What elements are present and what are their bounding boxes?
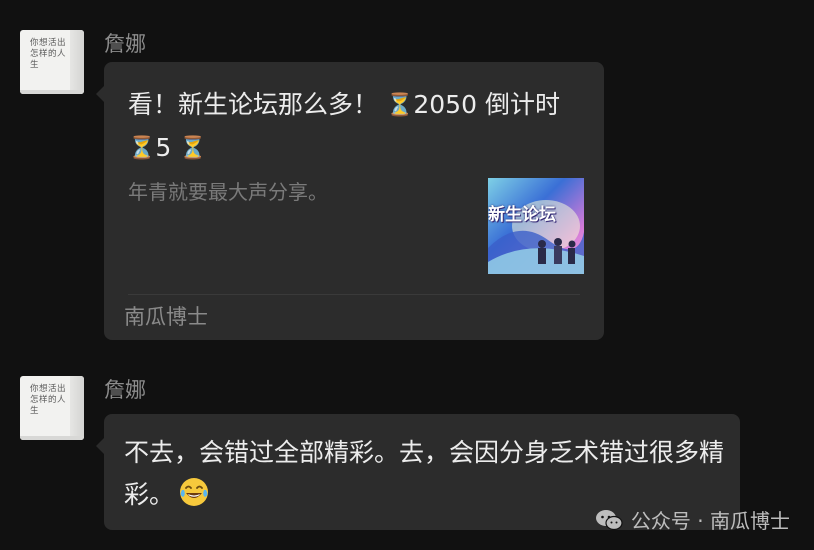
wechat-icon [595, 509, 623, 530]
link-card-message[interactable]: 看！新生论坛那么多！ ⏳2050 倒计时 ⏳5 ⏳ 年青就要最大声分享。 新生论… [96, 62, 604, 340]
sender-avatar[interactable]: 你想活出 怎样的人生 [20, 376, 84, 440]
bubble-tail [96, 438, 104, 454]
avatar-book-cover-text: 你想活出 怎样的人生 [30, 384, 67, 416]
bubble-tail [96, 86, 104, 102]
watermark: 公众号 · 南瓜博士 [595, 505, 790, 534]
sender-name: 詹娜 [104, 378, 146, 402]
avatar-page-edge [70, 376, 84, 440]
card-source: 南瓜博士 [124, 305, 208, 329]
message-text: 不去，会错过全部精彩。去，会因分身乏术错过很多精彩。 [124, 438, 725, 509]
card-title: 看！新生论坛那么多！ ⏳2050 倒计时 ⏳5 ⏳ [128, 84, 568, 170]
avatar-page-edge [70, 30, 84, 94]
sender-avatar[interactable]: 你想活出 怎样的人生 [20, 30, 84, 94]
card-description: 年青就要最大声分享。 [128, 180, 328, 204]
avatar-book-cover-text: 你想活出 怎样的人生 [30, 38, 67, 70]
hourglass-icon: ⏳ [385, 93, 414, 118]
sender-name: 詹娜 [104, 32, 146, 56]
tears-of-joy-icon [180, 478, 209, 506]
hourglass-icon: ⏳ [128, 136, 156, 161]
watermark-label: 公众号 · 南瓜博士 [630, 509, 790, 533]
avatar-shadow [20, 90, 84, 94]
avatar-shadow [20, 436, 84, 440]
card-thumbnail: 新生论坛 [488, 178, 584, 274]
card-divider [128, 294, 580, 295]
thumbnail-title: 新生论坛 [488, 205, 556, 225]
hourglass-icon: ⏳ [179, 136, 207, 161]
thumbnail-illustration [488, 200, 584, 274]
